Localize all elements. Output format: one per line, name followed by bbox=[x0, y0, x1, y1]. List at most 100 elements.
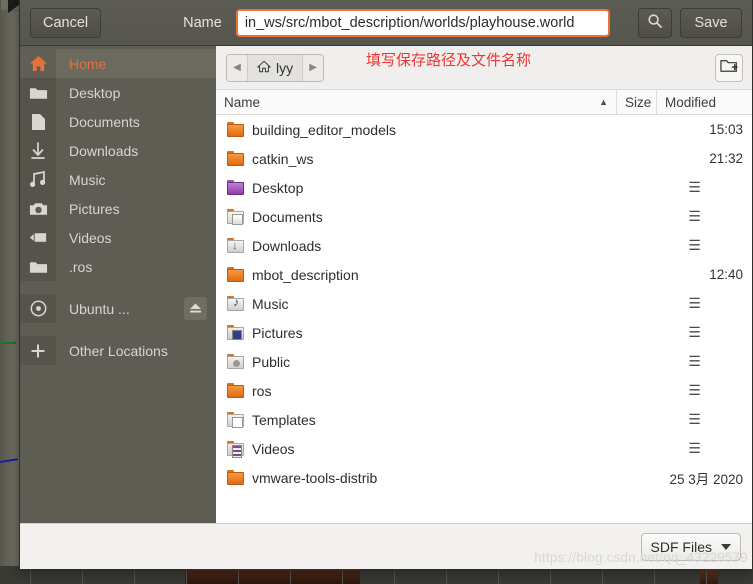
ruler-tick bbox=[0, 0, 1, 11]
folder-desktop-icon bbox=[227, 180, 244, 195]
table-row[interactable]: Desktop ☰ bbox=[216, 173, 752, 202]
folder-plain-icon bbox=[227, 151, 244, 166]
table-row[interactable]: Downloads ☰ bbox=[216, 231, 752, 260]
folder-documents-icon bbox=[227, 209, 244, 225]
file-name-label: Documents bbox=[252, 208, 323, 225]
sidebar-item-videos[interactable]: Videos bbox=[20, 223, 216, 252]
file-name-cell: Public bbox=[216, 354, 617, 370]
filename-input-value: in_ws/src/mbot_description/worlds/playho… bbox=[244, 14, 575, 31]
folder-plain-icon bbox=[227, 122, 244, 137]
file-modified-cell: 25 3月 2020 bbox=[669, 471, 743, 487]
table-row[interactable]: Pictures ☰ bbox=[216, 318, 752, 347]
file-modified-menu-icon: ☰ bbox=[688, 295, 701, 311]
filename-input[interactable]: in_ws/src/mbot_description/worlds/playho… bbox=[235, 8, 610, 37]
table-row[interactable]: building_editor_models 15:03 bbox=[216, 115, 752, 144]
dialog-header-bar: Cancel Name in_ws/src/mbot_description/w… bbox=[20, 0, 752, 46]
file-name-cell: Pictures bbox=[216, 325, 617, 341]
file-name-label: building_editor_models bbox=[252, 121, 396, 138]
background-thumbnail bbox=[185, 568, 360, 584]
file-name-cell: Desktop bbox=[216, 180, 617, 196]
folder-plain-icon bbox=[227, 267, 244, 282]
sidebar-item-label: Pictures bbox=[69, 200, 120, 217]
sidebar-item-label: Ubuntu ... bbox=[69, 300, 130, 317]
folder-music-icon bbox=[227, 295, 244, 311]
sidebar-item-pictures[interactable]: Pictures bbox=[20, 194, 216, 223]
column-header-modified[interactable]: Modified bbox=[657, 90, 752, 114]
table-row[interactable]: Music ☰ bbox=[216, 289, 752, 318]
sidebar-item-music[interactable]: Music bbox=[20, 165, 216, 194]
folder-public-icon bbox=[227, 354, 244, 369]
sidebar-item-ubuntu-volume[interactable]: Ubuntu ... bbox=[20, 294, 216, 323]
cancel-button[interactable]: Cancel bbox=[30, 7, 102, 38]
file-browser: ◀ lyy ▶ 填写保存路径及文件名称 Name ▲ Size Modified… bbox=[216, 46, 752, 523]
camera-icon bbox=[20, 194, 56, 223]
file-name-cell: building_editor_models bbox=[216, 122, 617, 138]
table-row[interactable]: Public ☰ bbox=[216, 347, 752, 376]
file-name-label: Downloads bbox=[252, 237, 322, 254]
file-modified-menu-icon: ☰ bbox=[688, 237, 701, 253]
folder-templates-icon bbox=[227, 412, 244, 428]
breadcrumb-item-lyy[interactable]: lyy bbox=[247, 54, 304, 81]
table-row[interactable]: Videos ☰ bbox=[216, 434, 752, 463]
file-name-label: mbot_description bbox=[252, 266, 359, 283]
background-blue-axis-line bbox=[0, 458, 18, 463]
column-header-size[interactable]: Size bbox=[617, 90, 657, 114]
sidebar-item-other-locations[interactable]: Other Locations bbox=[20, 336, 216, 365]
table-row[interactable]: catkin_ws 21:32 bbox=[216, 144, 752, 173]
file-name-label: Pictures bbox=[252, 324, 303, 341]
name-label: Name bbox=[183, 14, 222, 31]
breadcrumb-back-button[interactable]: ◀ bbox=[227, 54, 247, 81]
sidebar-item-documents[interactable]: Documents bbox=[20, 107, 216, 136]
sidebar-separator bbox=[20, 281, 216, 294]
new-folder-icon bbox=[720, 58, 738, 79]
header-right-group: Save bbox=[638, 7, 742, 38]
breadcrumb-label: lyy bbox=[276, 59, 294, 76]
sidebar-item-label: Documents bbox=[69, 113, 140, 130]
folder-downloads-icon bbox=[227, 238, 244, 253]
eject-button[interactable] bbox=[184, 297, 207, 320]
folder-plain-icon bbox=[227, 383, 244, 398]
sidebar-item-home[interactable]: Home bbox=[20, 49, 216, 78]
download-icon bbox=[20, 136, 56, 165]
chevron-down-icon bbox=[721, 543, 731, 550]
file-modified-menu-icon: ☰ bbox=[688, 440, 701, 456]
save-file-dialog: Cancel Name in_ws/src/mbot_description/w… bbox=[19, 0, 753, 570]
sidebar-item-ros[interactable]: .ros bbox=[20, 252, 216, 281]
file-modified-menu-icon: ☰ bbox=[688, 382, 701, 398]
breadcrumb-forward-button[interactable]: ▶ bbox=[303, 54, 324, 81]
search-button[interactable] bbox=[638, 7, 672, 38]
file-name-cell: catkin_ws bbox=[216, 151, 617, 167]
file-name-label: Music bbox=[252, 295, 289, 312]
table-row[interactable]: Templates ☰ bbox=[216, 405, 752, 434]
folder-videos-icon bbox=[227, 441, 244, 458]
save-button[interactable]: Save bbox=[680, 7, 742, 38]
new-folder-button[interactable] bbox=[715, 54, 743, 82]
dialog-footer: SDF Files https://blog.csdn.net/qq_43229… bbox=[20, 524, 752, 569]
file-name-label: Videos bbox=[252, 440, 295, 457]
table-row[interactable]: Documents ☰ bbox=[216, 202, 752, 231]
file-modified-cell: 12:40 bbox=[709, 267, 743, 282]
file-name-label: Public bbox=[252, 353, 291, 370]
file-modified-menu-icon: ☰ bbox=[688, 411, 701, 427]
table-row[interactable]: ros ☰ bbox=[216, 376, 752, 405]
file-type-filter-select[interactable]: SDF Files bbox=[640, 532, 741, 561]
file-name-label: vmware-tools-distrib bbox=[252, 469, 378, 486]
sidebar-item-label: Videos bbox=[69, 229, 112, 246]
sidebar-item-desktop[interactable]: Desktop bbox=[20, 78, 216, 107]
file-modified-menu-icon: ☰ bbox=[688, 179, 701, 195]
column-header-name-label: Name bbox=[224, 94, 261, 110]
file-modified-cell: 21:32 bbox=[709, 151, 743, 166]
table-row[interactable]: vmware-tools-distrib 25 3月 2020 bbox=[216, 463, 752, 492]
file-list[interactable]: building_editor_models 15:03 catkin_ws 21:3… bbox=[216, 115, 752, 523]
column-header-name[interactable]: Name ▲ bbox=[216, 90, 617, 114]
table-row[interactable]: mbot_description 12:40 bbox=[216, 260, 752, 289]
sidebar-item-label: Home bbox=[69, 55, 107, 72]
file-name-cell: Downloads bbox=[216, 238, 617, 254]
sidebar-item-downloads[interactable]: Downloads bbox=[20, 136, 216, 165]
file-name-cell: Documents bbox=[216, 209, 617, 225]
home-icon bbox=[256, 60, 272, 76]
file-name-cell: Videos bbox=[216, 440, 617, 458]
eject-icon bbox=[189, 301, 202, 317]
music-note-icon bbox=[20, 165, 56, 194]
home-icon bbox=[20, 49, 56, 78]
